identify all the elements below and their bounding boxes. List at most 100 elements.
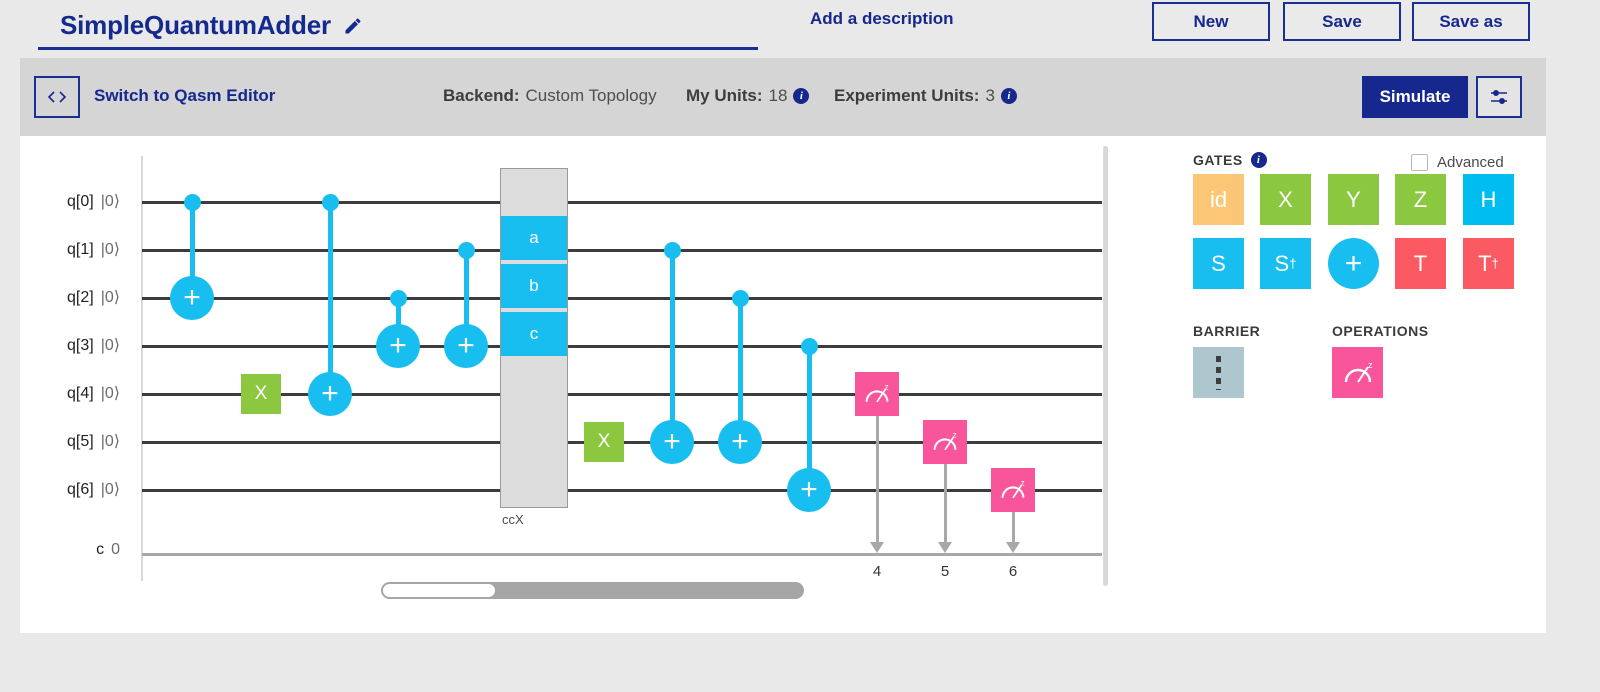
qubit-state: |0⟩ [100, 433, 120, 450]
gate-tile-s[interactable]: S [1193, 238, 1244, 289]
ccx-segment-a[interactable]: a [501, 216, 567, 260]
my-units-value: 18 [768, 86, 788, 105]
backend-value: Custom Topology [525, 86, 657, 105]
cnot-control-dot-1[interactable] [322, 194, 339, 211]
gate-tile-id[interactable]: id [1193, 174, 1244, 225]
cnot-target-0[interactable] [170, 276, 214, 320]
add-description-link[interactable]: Add a description [810, 9, 954, 29]
sliders-icon[interactable] [1476, 76, 1522, 118]
gate-tile-+-cnot[interactable]: + [1328, 238, 1379, 289]
cnot-connector-4 [670, 250, 675, 442]
code-brackets-icon[interactable] [34, 76, 80, 118]
circuit-canvas[interactable]: q[0] |0⟩ q[1] |0⟩ q[2] |0⟩ q[3] |0⟩ q[4] |0⟩ q[5] |… [20, 136, 1110, 606]
svg-text:z: z [1021, 479, 1025, 488]
cnot-control-dot-6[interactable] [801, 338, 818, 355]
wire-divider [141, 156, 143, 581]
measure-arrowhead-1 [938, 542, 952, 553]
cnot-target-1[interactable] [308, 372, 352, 416]
cnot-connector-1 [328, 202, 333, 394]
measure-z-icon[interactable]: z [1332, 347, 1383, 398]
experiment-units-value: 3 [985, 86, 995, 105]
svg-text:z: z [1368, 360, 1373, 370]
barrier-dash [1216, 355, 1221, 390]
experiment-units-label: Experiment Units: [834, 86, 980, 105]
my-units-info-icon[interactable]: i [793, 88, 810, 104]
my-units-label: My Units: [686, 86, 763, 105]
gate-tile-t-dagger[interactable]: T † [1463, 238, 1514, 289]
classical-register-label: c0 [30, 541, 120, 559]
simulate-button[interactable]: Simulate [1362, 76, 1468, 118]
cnot-target-6[interactable] [787, 468, 831, 512]
measure-arrow-2 [1012, 512, 1015, 543]
experiment-units-info-icon[interactable]: i [1000, 88, 1017, 104]
composer-panel: q[0] |0⟩ q[1] |0⟩ q[2] |0⟩ q[3] |0⟩ q[4] |0⟩ q[5] |… [20, 136, 1546, 633]
qubit-state: |0⟩ [100, 193, 120, 210]
project-title-field[interactable]: SimpleQuantumAdder [38, 4, 758, 50]
qubit-name: q[0] [67, 193, 94, 210]
ccx-segment-b[interactable]: b [501, 264, 567, 308]
qubit-label-4: q[4] |0⟩ [30, 383, 120, 403]
qubit-name: q[1] [67, 241, 94, 258]
advanced-toggle[interactable]: Advanced [1411, 154, 1504, 171]
advanced-checkbox[interactable] [1411, 154, 1428, 171]
qubit-label-3: q[3] |0⟩ [30, 335, 120, 355]
qubit-state: |0⟩ [100, 289, 120, 306]
measure-arrowhead-2 [1006, 542, 1020, 553]
pencil-icon[interactable] [343, 16, 363, 36]
measure-z-icon-2[interactable]: z [991, 468, 1035, 512]
cnot-control-dot-5[interactable] [732, 290, 749, 307]
qubit-state: |0⟩ [100, 385, 120, 402]
barrier-icon[interactable] [1193, 347, 1244, 398]
title-bar: SimpleQuantumAdder Add a description New… [0, 0, 1600, 58]
svg-text:z: z [885, 383, 889, 392]
gate-tile-h[interactable]: H [1463, 174, 1514, 225]
switch-to-qasm-editor-link[interactable]: Switch to Qasm Editor [94, 86, 275, 106]
ccx-gate-block[interactable]: a b c [500, 168, 568, 508]
vertical-scrollbar[interactable] [1103, 146, 1108, 586]
horizontal-scrollbar-thumb[interactable] [383, 584, 495, 597]
cnot-target-2[interactable] [376, 324, 420, 368]
gate-palette: GATES i Advanced id X Y Z H S S † + T T † BARRIER O… [1153, 136, 1546, 606]
cnot-control-dot-4[interactable] [664, 242, 681, 259]
horizontal-scrollbar[interactable] [381, 582, 804, 599]
gate-tile-x[interactable]: X [1260, 174, 1311, 225]
gate-tile-z[interactable]: Z [1395, 174, 1446, 225]
qubit-name: q[3] [67, 337, 94, 354]
gate-tile-y[interactable]: Y [1328, 174, 1379, 225]
measure-z-icon-1[interactable]: z [923, 420, 967, 464]
cnot-target-4[interactable] [650, 420, 694, 464]
qubit-name: q[5] [67, 433, 94, 450]
measure-z-icon-0[interactable]: z [855, 372, 899, 416]
qubit-wire-0[interactable] [142, 201, 1102, 204]
qubit-wire-3[interactable] [142, 345, 1102, 348]
save-as-button[interactable]: Save as [1412, 2, 1530, 41]
qubit-wire-1[interactable] [142, 249, 1102, 252]
cnot-control-dot-0[interactable] [184, 194, 201, 211]
qubit-wire-2[interactable] [142, 297, 1102, 300]
svg-text:z: z [953, 431, 957, 440]
gate-tile-s-dagger[interactable]: S † [1260, 238, 1311, 289]
qubit-wire-6[interactable] [142, 489, 1102, 492]
cnot-control-dot-3[interactable] [458, 242, 475, 259]
qubit-wire-4[interactable] [142, 393, 1102, 396]
x-gate-1[interactable]: X [584, 422, 624, 462]
qubit-name: q[6] [67, 481, 94, 498]
gates-heading: GATES [1193, 152, 1243, 168]
cnot-control-dot-2[interactable] [390, 290, 407, 307]
advanced-label: Advanced [1437, 154, 1504, 171]
classical-wire[interactable] [142, 553, 1102, 556]
qubit-name: q[2] [67, 289, 94, 306]
new-button[interactable]: New [1152, 2, 1270, 41]
qubit-label-2: q[2] |0⟩ [30, 287, 120, 307]
x-gate-0[interactable]: X [241, 374, 281, 414]
cnot-target-5[interactable] [718, 420, 762, 464]
gates-info-icon[interactable]: i [1250, 152, 1267, 168]
backend-info: Backend: Custom Topology [443, 86, 657, 106]
cnot-target-3[interactable] [444, 324, 488, 368]
barrier-heading: BARRIER [1193, 323, 1261, 339]
measure-arrowhead-0 [870, 542, 884, 553]
gate-tile-t[interactable]: T [1395, 238, 1446, 289]
page-title: SimpleQuantumAdder [60, 10, 331, 40]
save-button[interactable]: Save [1283, 2, 1401, 41]
ccx-segment-c[interactable]: c [501, 312, 567, 356]
